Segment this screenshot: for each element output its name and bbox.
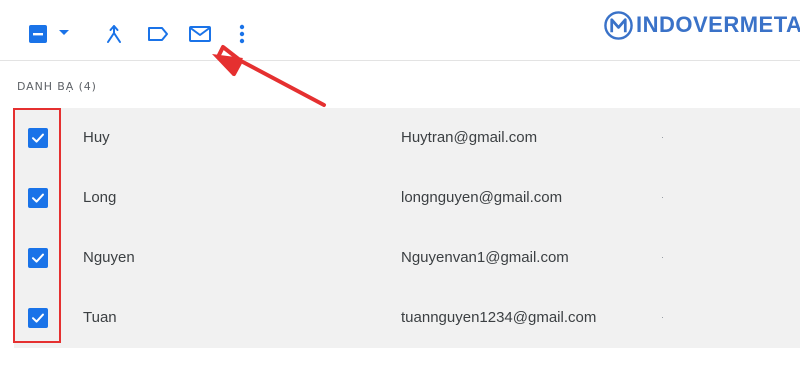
send-email-button[interactable] xyxy=(186,21,214,47)
contact-row[interactable]: Tuan tuannguyen1234@gmail.com xyxy=(14,288,800,348)
contact-email: Huytran@gmail.com xyxy=(401,129,538,146)
contact-row[interactable]: Nguyen Nguyenvan1@gmail.com xyxy=(14,228,800,288)
contact-list: Huy Huytran@gmail.com Long longnguyen@gm… xyxy=(14,108,800,348)
row-divider-dot xyxy=(662,257,663,258)
label-button[interactable] xyxy=(144,21,172,47)
checkbox-highlight-box xyxy=(13,108,61,343)
more-options-button[interactable] xyxy=(232,21,252,47)
select-menu-button[interactable] xyxy=(56,26,72,40)
row-divider-dot xyxy=(662,317,663,318)
contact-row[interactable]: Huy Huytran@gmail.com xyxy=(14,108,800,168)
merge-button[interactable] xyxy=(101,21,127,47)
merge-icon xyxy=(107,25,121,43)
contact-name: Nguyen xyxy=(83,249,135,266)
envelope-icon xyxy=(189,26,211,42)
contact-name: Long xyxy=(83,189,117,206)
row-divider-dot xyxy=(662,197,663,198)
contact-row[interactable]: Long longnguyen@gmail.com xyxy=(14,168,800,228)
contact-email: longnguyen@gmail.com xyxy=(401,189,563,206)
indeterminate-checkbox-icon xyxy=(29,25,47,43)
caret-down-icon xyxy=(59,30,69,35)
brand-logo-mark-icon xyxy=(604,10,633,40)
toolbar-divider xyxy=(0,60,800,61)
contact-name: Huy xyxy=(83,129,110,146)
brand-logo: INDOVERMETAL xyxy=(603,9,800,41)
contact-email: Nguyenvan1@gmail.com xyxy=(401,249,569,266)
contact-name: Tuan xyxy=(83,309,117,326)
select-all-checkbox[interactable] xyxy=(26,22,50,46)
contact-email: tuannguyen1234@gmail.com xyxy=(401,309,597,326)
toolbar: INDOVERMETAL xyxy=(0,0,800,60)
row-divider-dot xyxy=(662,137,663,138)
label-icon xyxy=(148,27,168,41)
more-vertical-icon xyxy=(239,24,245,44)
section-label: DANH BẠ (4) xyxy=(17,80,97,93)
brand-logo-text: INDOVERMETAL xyxy=(636,12,800,37)
